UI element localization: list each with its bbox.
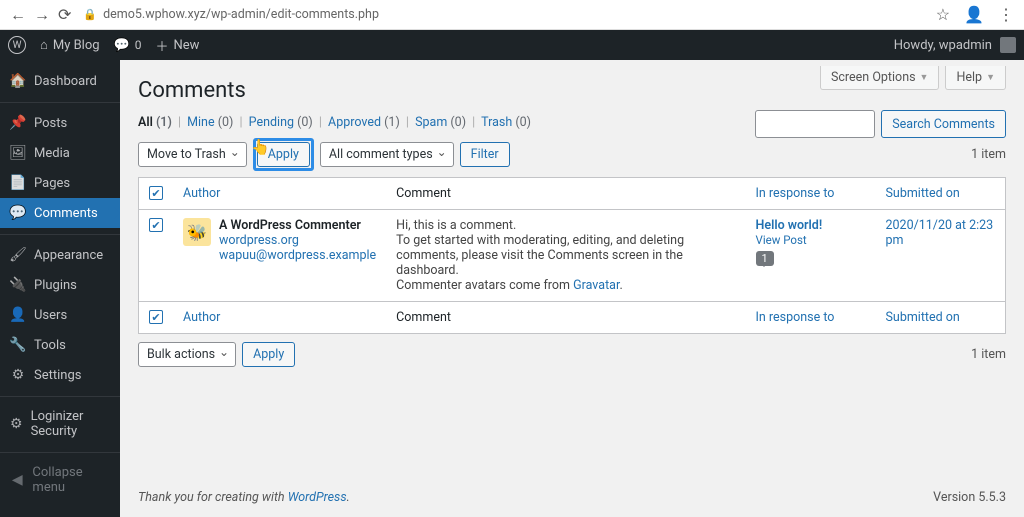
filter-pending[interactable]: Pending (0) <box>249 115 313 130</box>
sidebar-item-tools[interactable]: 🔧Tools <box>0 330 120 360</box>
user-avatar-icon[interactable]: 👤 <box>964 5 984 24</box>
sidebar-item-users[interactable]: 👤Users <box>0 300 120 330</box>
screen-options-button[interactable]: Screen Options▼ <box>820 66 940 90</box>
adminbar-comments[interactable]: 💬 0 <box>114 38 142 53</box>
author-name: A WordPress Commenter <box>219 218 361 233</box>
sidebar-collapse[interactable]: ◀Collapse menu <box>0 458 120 502</box>
comments-icon: 💬 <box>114 38 130 53</box>
sidebar-item-pages[interactable]: 📄Pages <box>0 168 120 198</box>
star-icon[interactable]: ☆ <box>936 5 950 24</box>
wp-footer: Thank you for creating with WordPress. V… <box>120 478 1024 517</box>
comment-count-bubble[interactable]: 1 <box>756 251 774 266</box>
author-url[interactable]: wordpress.org <box>219 233 376 248</box>
back-icon[interactable]: ← <box>10 5 26 25</box>
bulk-action-select-top[interactable]: Move to Trash <box>138 142 247 167</box>
browser-chrome: ← → ⟳ 🔒 demo5.wphow.xyz/wp-admin/edit-co… <box>0 0 1024 30</box>
sidebar-item-dashboard[interactable]: 🏠Dashboard <box>0 66 120 96</box>
row-checkbox[interactable]: ✔ <box>149 218 163 232</box>
select-all-checkbox-top[interactable]: ✔ <box>149 186 163 200</box>
dashboard-icon: 🏠 <box>10 73 26 89</box>
sidebar-item-appearance[interactable]: 🖌Appearance <box>0 240 120 270</box>
sidebar-item-settings[interactable]: ⚙Settings <box>0 360 120 390</box>
wp-adminbar: W ⌂ My Blog 💬 0 ＋ New Howdy, wpadmin <box>0 30 1024 60</box>
plus-icon: ＋ <box>156 36 169 55</box>
select-all-checkbox-bottom[interactable]: ✔ <box>149 310 163 324</box>
collapse-icon: ◀ <box>10 472 24 488</box>
filter-button[interactable]: Filter <box>460 142 510 167</box>
search-comments-button[interactable]: Search Comments <box>881 110 1006 138</box>
filter-mine[interactable]: Mine (0) <box>187 115 233 130</box>
table-header-row: ✔ Author Comment In response to Submitte… <box>139 178 1006 210</box>
item-count-bottom: 1 item <box>971 347 1006 362</box>
appearance-icon: 🖌 <box>10 247 26 263</box>
home-icon: ⌂ <box>40 37 48 53</box>
filter-spam[interactable]: Spam (0) <box>415 115 466 130</box>
kebab-icon[interactable]: ⋮ <box>998 5 1014 24</box>
posts-icon: 📌 <box>10 115 26 131</box>
adminbar-site[interactable]: ⌂ My Blog <box>40 37 100 53</box>
filter-all[interactable]: All (1) <box>138 115 172 130</box>
gravatar-link[interactable]: Gravatar <box>573 278 619 293</box>
comment-body: Hi, this is a comment. To get started wi… <box>386 210 745 302</box>
apply-button-top[interactable]: Apply <box>257 142 310 167</box>
reload-icon[interactable]: ⟳ <box>58 5 71 25</box>
users-icon: 👤 <box>10 307 26 323</box>
sidebar-item-media[interactable]: 🖼Media <box>0 138 120 168</box>
wp-version: Version 5.5.3 <box>933 490 1006 505</box>
item-count-top: 1 item <box>971 147 1006 162</box>
table-footer-row: ✔ Author Comment In response to Submitte… <box>139 302 1006 334</box>
sidebar-item-comments[interactable]: 💬Comments <box>0 198 120 228</box>
response-post-link[interactable]: Hello world! <box>756 218 866 233</box>
col-comment: Comment <box>386 178 745 210</box>
col-author[interactable]: Author <box>173 178 386 210</box>
sidebar-item-posts[interactable]: 📌Posts <box>0 108 120 138</box>
gravatar-icon: 🐝 <box>183 218 211 246</box>
wordpress-link[interactable]: WordPress <box>288 490 347 505</box>
settings-icon: ⚙ <box>10 367 26 383</box>
chevron-down-icon: ▼ <box>920 72 929 83</box>
adminbar-howdy[interactable]: Howdy, wpadmin <box>894 38 992 53</box>
wordpress-logo-icon[interactable]: W <box>8 36 26 54</box>
filter-approved[interactable]: Approved (1) <box>328 115 400 130</box>
comments-table: ✔ Author Comment In response to Submitte… <box>138 177 1006 334</box>
pages-icon: 📄 <box>10 175 26 191</box>
address-bar[interactable]: 🔒 demo5.wphow.xyz/wp-admin/edit-comments… <box>83 7 923 22</box>
media-icon: 🖼 <box>10 145 26 161</box>
filter-trash[interactable]: Trash (0) <box>481 115 531 130</box>
plugins-icon: 🔌 <box>10 277 26 293</box>
view-post-link[interactable]: View Post <box>756 233 866 247</box>
user-avatar-icon[interactable] <box>1000 37 1016 53</box>
col-date[interactable]: Submitted on <box>876 178 1006 210</box>
chevron-down-icon: ▼ <box>986 72 995 83</box>
comments-icon: 💬 <box>10 205 26 221</box>
comment-row: ✔ 🐝 A WordPress Commenter wordpress.org … <box>139 210 1006 302</box>
col-response[interactable]: In response to <box>746 178 876 210</box>
comment-date[interactable]: 2020/11/20 at 2:23 pm <box>886 218 994 248</box>
lock-icon: 🔒 <box>83 8 97 21</box>
url-text: demo5.wphow.xyz/wp-admin/edit-comments.p… <box>103 7 379 22</box>
help-button[interactable]: Help▼ <box>945 66 1006 90</box>
apply-button-bottom[interactable]: Apply <box>242 342 295 367</box>
search-comments-input[interactable] <box>755 110 875 138</box>
tools-icon: 🔧 <box>10 337 26 353</box>
gear-icon: ⚙ <box>10 416 23 432</box>
admin-sidebar: 🏠Dashboard 📌Posts 🖼Media 📄Pages 💬Comment… <box>0 60 120 517</box>
sidebar-item-plugins[interactable]: 🔌Plugins <box>0 270 120 300</box>
main-content: Screen Options▼ Help▼ Comments Search Co… <box>120 60 1024 517</box>
comment-type-select[interactable]: All comment types <box>320 142 454 167</box>
sidebar-item-loginizer[interactable]: ⚙Loginizer Security <box>0 402 120 446</box>
apply-button-highlight: Apply <box>253 138 314 171</box>
adminbar-new[interactable]: ＋ New <box>156 36 200 55</box>
author-email[interactable]: wapuu@wordpress.example <box>219 248 376 263</box>
bulk-action-select-bottom[interactable]: Bulk actions <box>138 342 236 367</box>
forward-icon[interactable]: → <box>34 5 50 25</box>
